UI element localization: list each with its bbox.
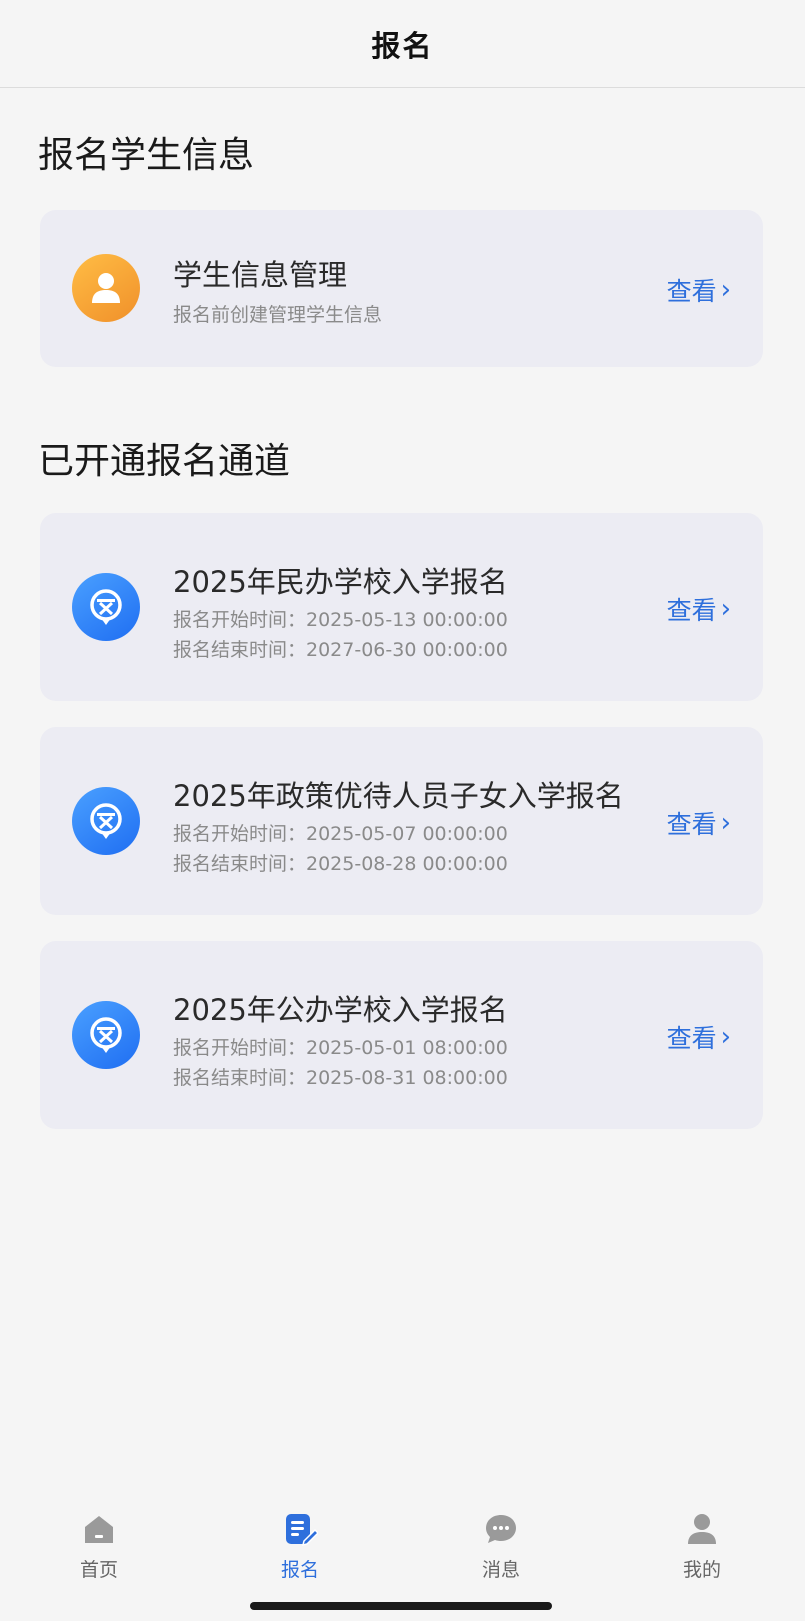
student-info-view-link[interactable]: 查看 › <box>667 272 731 308</box>
person-icon <box>684 1511 720 1547</box>
channel-title: 2025年民办学校入学报名 <box>173 565 508 599</box>
tab-label: 我的 <box>682 1559 721 1581</box>
channel-end-time: 报名结束时间：2025-08-28 00:00:00 <box>173 853 508 875</box>
channel-end-time: 报名结束时间：2027-06-30 00:00:00 <box>173 639 508 661</box>
tab-messages[interactable]: 消息 <box>441 1511 561 1582</box>
tab-home[interactable]: 首页 <box>39 1511 159 1582</box>
channel-start-time: 报名开始时间：2025-05-07 00:00:00 <box>173 823 508 845</box>
channel-card[interactable]: 2025年政策优待人员子女入学报名 报名开始时间：2025-05-07 00:0… <box>40 727 763 915</box>
view-label: 查看 <box>666 277 717 306</box>
view-label: 查看 <box>666 596 717 625</box>
tab-mine[interactable]: 我的 <box>642 1511 762 1582</box>
student-info-subtitle: 报名前创建管理学生信息 <box>173 304 383 326</box>
channel-card[interactable]: 2025年公办学校入学报名 报名开始时间：2025-05-01 08:00:00… <box>40 941 763 1129</box>
tab-register[interactable]: 报名 <box>240 1511 360 1582</box>
document-badge-icon <box>72 1001 140 1069</box>
tab-label: 首页 <box>79 1559 118 1581</box>
channel-view-link[interactable]: 查看 › <box>667 1019 731 1055</box>
student-info-title: 学生信息管理 <box>173 258 348 292</box>
registration-page: 报名 报名学生信息 学生信息管理 报名前创建管理学生信息 查看 › 已开通报名通… <box>0 0 805 1621</box>
form-edit-icon <box>282 1511 318 1547</box>
chevron-right-icon: › <box>720 1022 731 1052</box>
view-label: 查看 <box>666 1024 717 1053</box>
channel-end-time: 报名结束时间：2025-08-31 08:00:00 <box>173 1067 508 1089</box>
chevron-right-icon: › <box>720 808 731 838</box>
channel-title: 2025年公办学校入学报名 <box>173 993 508 1027</box>
top-header: 报名 <box>0 0 805 88</box>
document-badge-icon <box>72 787 140 855</box>
tab-label: 报名 <box>280 1559 319 1581</box>
channel-start-time: 报名开始时间：2025-05-01 08:00:00 <box>173 1037 508 1059</box>
channel-view-link[interactable]: 查看 › <box>667 591 731 627</box>
tab-label: 消息 <box>481 1559 520 1581</box>
user-icon <box>72 254 140 322</box>
channel-card[interactable]: 2025年民办学校入学报名 报名开始时间：2025-05-13 00:00:00… <box>40 513 763 701</box>
student-section-title: 报名学生信息 <box>38 135 255 176</box>
view-label: 查看 <box>666 810 717 839</box>
page-title: 报名 <box>371 28 434 63</box>
channel-start-time: 报名开始时间：2025-05-13 00:00:00 <box>173 609 508 631</box>
home-icon <box>81 1511 117 1547</box>
document-badge-icon <box>72 573 140 641</box>
student-info-card[interactable]: 学生信息管理 报名前创建管理学生信息 查看 › <box>40 210 763 367</box>
home-indicator <box>250 1602 552 1610</box>
chevron-right-icon: › <box>720 594 731 624</box>
channel-view-link[interactable]: 查看 › <box>667 805 731 841</box>
chevron-right-icon: › <box>720 275 731 305</box>
channel-title: 2025年政策优待人员子女入学报名 <box>173 779 624 813</box>
channels-section-title: 已开通报名通道 <box>38 441 291 482</box>
chat-bubble-icon <box>483 1511 519 1547</box>
